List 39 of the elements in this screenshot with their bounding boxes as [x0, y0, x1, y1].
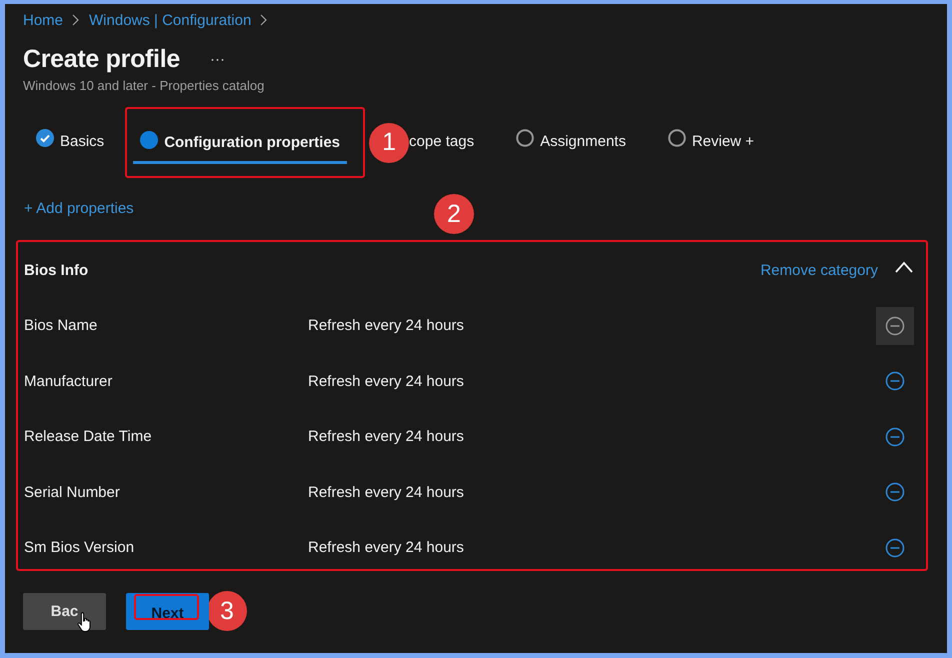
- property-value: Refresh every 24 hours: [308, 539, 465, 556]
- property-name: Manufacturer: [24, 372, 114, 390]
- property-name: Serial Number: [24, 484, 121, 501]
- wizard-tab[interactable]: Configuration properties: [133, 124, 348, 164]
- chevron-right-icon: [259, 14, 268, 26]
- minus-circle-icon: [885, 426, 905, 447]
- minus-circle-icon: [885, 482, 905, 502]
- callout-number: 2: [434, 194, 474, 234]
- page-subtitle: Windows 10 and later - Properties catalog: [23, 78, 266, 93]
- property-value: Refresh every 24 hours: [308, 484, 465, 501]
- hand-cursor-icon: [77, 611, 93, 633]
- property-value: Refresh every 24 hours: [308, 317, 465, 334]
- property-name: Release Date Time: [24, 428, 153, 446]
- back-button[interactable]: Bac: [23, 593, 106, 630]
- callout-number: 3: [207, 591, 247, 631]
- page-title: Create profile: [23, 44, 180, 74]
- minus-circle-icon: [885, 371, 905, 392]
- breadcrumb-link[interactable]: Home: [23, 12, 64, 28]
- wizard-tab[interactable]: Review +: [660, 122, 762, 162]
- minus-circle-icon: [885, 316, 905, 336]
- highlight-frame: [134, 594, 199, 620]
- more-button[interactable]: ···: [210, 50, 225, 68]
- wizard-tab[interactable]: cope tags: [409, 122, 482, 162]
- minus-circle-icon: [885, 538, 905, 558]
- wizard-tab[interactable]: Assignments: [509, 122, 633, 162]
- next-button[interactable]: Next: [126, 593, 209, 630]
- property-name: Sm Bios Version: [24, 539, 136, 556]
- add-properties-link[interactable]: + Add properties: [24, 200, 134, 217]
- property-value: Refresh every 24 hours: [308, 428, 465, 446]
- remove-button[interactable]: [876, 306, 914, 345]
- callout-number: 1: [369, 122, 410, 162]
- wizard-tab[interactable]: Basics: [29, 122, 112, 162]
- chevron-right-icon: [71, 14, 80, 26]
- chevron-up-icon[interactable]: [894, 261, 914, 273]
- property-name: Bios Name: [24, 317, 98, 334]
- property-value: Refresh every 24 hours: [308, 372, 465, 390]
- breadcrumb-link[interactable]: Windows | Configuration: [89, 12, 252, 28]
- category-title: Bios Info: [24, 262, 88, 278]
- remove-category-link[interactable]: Remove category: [760, 262, 878, 278]
